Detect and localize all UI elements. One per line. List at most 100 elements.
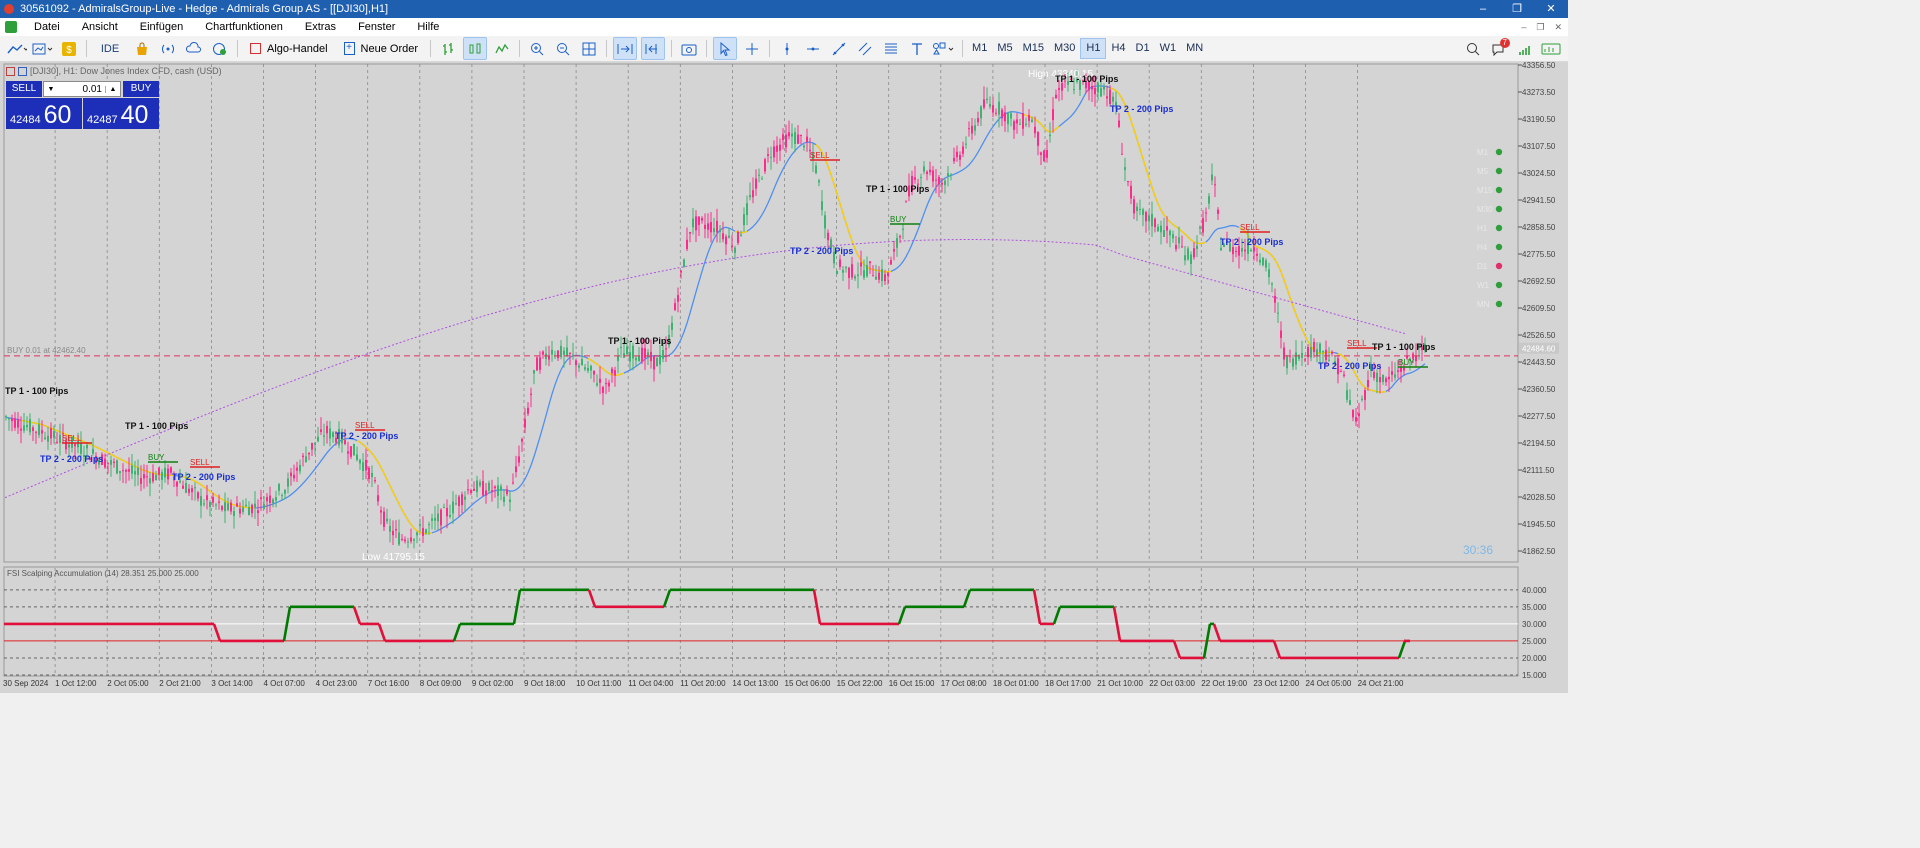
candle-body (1133, 199, 1135, 214)
web-icon[interactable] (209, 38, 231, 59)
candle-body (245, 504, 247, 506)
chart-window[interactable]: BUY 0.01 at 42462.40 42484.60 High 43340.1… (0, 62, 1568, 693)
candle-body (983, 99, 985, 108)
candle-body (524, 419, 526, 428)
timeframe-h1[interactable]: H1 (1080, 38, 1107, 59)
timeframe-d1[interactable]: D1 (1131, 39, 1155, 58)
search-icon[interactable] (1462, 38, 1484, 59)
candle-body (647, 352, 649, 358)
cursor-icon[interactable] (713, 37, 738, 60)
close-button[interactable]: ✕ (1534, 0, 1568, 18)
candle-body (20, 428, 22, 431)
candle-body (1415, 355, 1417, 362)
fibonacci-icon[interactable] (880, 38, 902, 59)
candle-body (1025, 123, 1027, 125)
volume-up-icon[interactable]: ▲ (105, 85, 120, 93)
crosshair-icon[interactable] (741, 38, 763, 59)
tile-windows-icon[interactable] (578, 38, 600, 59)
candle-body (1394, 374, 1396, 378)
oscillator-transition (212, 623, 222, 642)
tf-trend-dot (1495, 281, 1503, 289)
child-minimize-button[interactable]: – (1521, 18, 1526, 36)
menu-hilfe[interactable]: Hilfe (406, 18, 450, 36)
line-chart-icon[interactable] (491, 38, 513, 59)
volume-field[interactable]: ▼ 0.01 ▲ (43, 81, 121, 97)
chart-menu-icon[interactable] (6, 66, 15, 76)
candle-body (836, 270, 838, 274)
timeframe-w1[interactable]: W1 (1155, 39, 1182, 58)
price-chart[interactable]: BUY 0.01 at 42462.40 42484.60High 43340.1… (0, 62, 1568, 693)
zoom-out-icon[interactable] (552, 38, 574, 59)
vertical-line-icon[interactable] (776, 38, 798, 59)
ma-fast-down-segment (413, 527, 418, 532)
volume-value[interactable]: 0.01 (58, 84, 105, 95)
candle-body (605, 383, 607, 385)
candle-body (1217, 209, 1219, 214)
ma-fast-down-segment (119, 458, 124, 462)
screenshot-icon[interactable] (678, 38, 700, 59)
menu-extras[interactable]: Extras (294, 18, 347, 36)
market-icon[interactable]: $ (58, 38, 80, 59)
chart-properties-icon[interactable] (18, 66, 27, 76)
minimize-button[interactable]: – (1466, 0, 1500, 18)
ma-fast-down-segment (398, 503, 403, 511)
autoscroll-icon[interactable] (613, 37, 638, 60)
algo-trading-button[interactable]: Algo-Handel (244, 38, 334, 59)
sell-button[interactable]: SELL (6, 81, 42, 97)
restore-button[interactable]: ❐ (1500, 0, 1534, 18)
volume-down-icon[interactable]: ▼ (44, 86, 58, 93)
signal-strength-icon[interactable] (1514, 38, 1536, 59)
vps-cloud-icon[interactable] (183, 38, 205, 59)
tp-label: TP 2 - 200 Pips (790, 246, 853, 256)
child-close-button[interactable]: ✕ (1554, 18, 1562, 36)
candle-body (1262, 257, 1264, 266)
menu-fenster[interactable]: Fenster (347, 18, 406, 36)
candle-body (1343, 374, 1345, 376)
timeframe-h4[interactable]: H4 (1106, 39, 1130, 58)
candle-body (1274, 295, 1276, 303)
ma-fast-down-segment (113, 455, 118, 459)
candle-body (419, 524, 421, 526)
menu-einfuegen[interactable]: Einfügen (129, 18, 194, 36)
ma-fast-down-segment (1133, 129, 1138, 140)
timeframe-m5[interactable]: M5 (992, 39, 1017, 58)
child-restore-button[interactable]: ❐ (1536, 18, 1544, 36)
candle-body (128, 469, 130, 472)
shopping-bag-icon[interactable] (131, 38, 153, 59)
horizontal-line-icon[interactable] (802, 38, 824, 59)
timeframe-m15[interactable]: M15 (1018, 39, 1049, 58)
text-tool-icon[interactable] (906, 38, 928, 59)
candle-body (401, 538, 403, 540)
account-icon[interactable] (1540, 38, 1562, 59)
buy-button[interactable]: BUY (123, 81, 159, 97)
channel-icon[interactable] (854, 38, 876, 59)
candle-body (1355, 416, 1357, 422)
trendline-icon[interactable] (828, 38, 850, 59)
zoom-in-icon[interactable] (526, 38, 548, 59)
templates-icon[interactable] (32, 38, 54, 59)
ide-button[interactable]: IDE (93, 38, 127, 59)
chart-shift-icon[interactable] (641, 37, 666, 60)
ma-fast-down-segment (1154, 195, 1159, 205)
candle-body (230, 502, 232, 512)
window-title: 30561092 - AdmiralsGroup-Live - Hedge - … (20, 3, 389, 15)
candlestick-chart-icon[interactable] (463, 37, 488, 60)
candle-body (350, 446, 352, 457)
menu-ansicht[interactable]: Ansicht (71, 18, 129, 36)
shapes-icon[interactable] (932, 38, 956, 59)
bar-chart-icon[interactable] (437, 38, 459, 59)
timeframe-m1[interactable]: M1 (967, 39, 992, 58)
timeframe-mn[interactable]: MN (1181, 39, 1208, 58)
ma-fast-down-segment (590, 359, 595, 363)
chart-type-icon[interactable] (6, 38, 28, 59)
buy-price-button[interactable]: 42487 40 (83, 98, 159, 129)
notifications-button[interactable]: 7 (1488, 38, 1510, 59)
signals-icon[interactable] (157, 38, 179, 59)
candle-body (677, 295, 679, 302)
ma-fast-down-segment (1157, 203, 1162, 211)
menu-chartfunktionen[interactable]: Chartfunktionen (194, 18, 294, 36)
menu-datei[interactable]: Datei (23, 18, 71, 36)
timeframe-m30[interactable]: M30 (1049, 39, 1080, 58)
new-order-button[interactable]: + Neue Order (338, 38, 424, 59)
sell-price-button[interactable]: 42484 60 (6, 98, 82, 129)
